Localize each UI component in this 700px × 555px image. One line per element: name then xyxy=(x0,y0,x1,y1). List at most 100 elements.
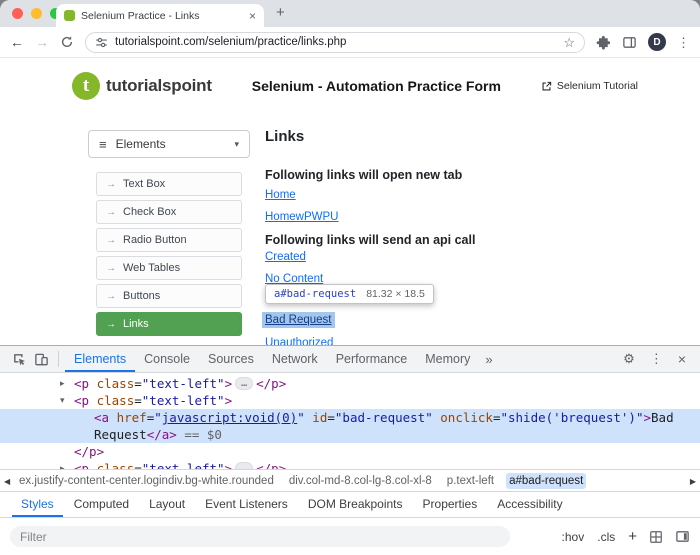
tab-title: Selenium Practice - Links xyxy=(81,10,243,22)
dom-tree-node[interactable]: <a href="javascript:void(0)" id="bad-req… xyxy=(0,409,700,443)
code-token: > xyxy=(225,393,233,408)
tab-accessibility[interactable]: Accessibility xyxy=(488,492,571,517)
tab-favicon-icon xyxy=(64,10,75,21)
code-token: " xyxy=(297,410,305,425)
side-panel-icon[interactable] xyxy=(622,35,637,50)
sidebar-item-links[interactable]: → Links xyxy=(96,312,242,336)
code-token: = xyxy=(134,376,142,391)
link-bad-request[interactable]: Bad Request xyxy=(262,312,335,328)
tab-computed[interactable]: Computed xyxy=(65,492,138,517)
tooltip-selector: a#bad-request xyxy=(274,288,356,300)
sidebar-item-radio-button[interactable]: → Radio Button xyxy=(96,228,242,252)
tab-performance[interactable]: Performance xyxy=(327,346,417,372)
profile-avatar[interactable]: D xyxy=(648,33,666,51)
link-homewpwpu[interactable]: HomewPWPU xyxy=(265,210,338,224)
code-token: </p> xyxy=(256,461,286,469)
breadcrumb-item[interactable]: ex.justify-content-center.logindiv.bg-wh… xyxy=(16,473,277,489)
sidebar-item-web-tables[interactable]: → Web Tables xyxy=(96,256,242,280)
tab-layout[interactable]: Layout xyxy=(140,492,194,517)
brand-name: tutorialspoint xyxy=(106,76,212,96)
dom-tree-node[interactable]: ▸<p class="text-left">…</p> xyxy=(0,460,700,469)
back-icon[interactable]: ← xyxy=(10,35,24,49)
new-style-rule-button[interactable]: + xyxy=(628,529,637,544)
hamburger-icon: ≡ xyxy=(99,137,107,152)
expand-arrow-icon[interactable]: ▸ xyxy=(60,460,65,469)
code-token: </p> xyxy=(74,444,104,459)
collapse-arrow-icon[interactable]: ▾ xyxy=(60,392,65,409)
sidebar-item-label: Text Box xyxy=(123,178,165,190)
inspect-element-icon[interactable] xyxy=(8,348,30,370)
filter-input[interactable] xyxy=(10,526,510,547)
minimize-window-button[interactable] xyxy=(31,8,42,19)
forward-icon[interactable]: → xyxy=(35,35,49,49)
code-token: href xyxy=(117,410,147,425)
breadcrumb: ◀ ex.justify-content-center.logindiv.bg-… xyxy=(0,469,700,491)
sidebar-item-text-box[interactable]: → Text Box xyxy=(96,172,242,196)
sidebar-item-buttons[interactable]: → Buttons xyxy=(96,284,242,308)
code-token: </p> xyxy=(256,376,286,391)
site-header: t tutorialspoint Selenium - Automation P… xyxy=(0,64,700,108)
tab-close-icon[interactable]: × xyxy=(249,10,256,22)
window-controls xyxy=(12,8,61,19)
breadcrumb-scroll-right-icon[interactable]: ▶ xyxy=(690,477,696,486)
sidebar-panel-icon[interactable] xyxy=(675,529,690,544)
device-toolbar-icon[interactable] xyxy=(30,348,52,370)
tab-event-listeners[interactable]: Event Listeners xyxy=(196,492,297,517)
link-home[interactable]: Home xyxy=(265,188,296,202)
code-token: = xyxy=(327,410,335,425)
grid-icon[interactable] xyxy=(649,530,663,544)
tab-console[interactable]: Console xyxy=(135,346,199,372)
tab-sources[interactable]: Sources xyxy=(199,346,263,372)
breadcrumb-scroll-left-icon[interactable]: ◀ xyxy=(4,477,10,486)
page-title: Selenium - Automation Practice Form xyxy=(212,78,541,94)
bookmark-star-icon[interactable]: ☆ xyxy=(563,36,575,49)
tab-strip: Selenium Practice - Links × + xyxy=(0,0,700,27)
arrow-right-icon: → xyxy=(106,207,116,218)
tune-icon[interactable] xyxy=(95,36,108,49)
breadcrumb-item[interactable]: p.text-left xyxy=(444,473,497,489)
hov-toggle[interactable]: :hov xyxy=(562,530,585,544)
code-token: = xyxy=(134,393,142,408)
new-tab-button[interactable]: + xyxy=(276,4,285,21)
arrow-right-icon: → xyxy=(106,179,116,190)
toolbar-divider xyxy=(58,351,59,367)
tab-elements[interactable]: Elements xyxy=(65,346,135,372)
sidebar-header-label: Elements xyxy=(116,137,166,151)
tab-styles[interactable]: Styles xyxy=(12,492,63,517)
tab-network[interactable]: Network xyxy=(263,346,327,372)
omnibox[interactable]: tutorialspoint.com/selenium/practice/lin… xyxy=(85,32,585,53)
browser-tab[interactable]: Selenium Practice - Links × xyxy=(56,4,264,27)
settings-gear-icon[interactable]: ⚙ xyxy=(623,351,635,367)
breadcrumb-item[interactable]: div.col-md-8.col-lg-8.col-xl-8 xyxy=(286,473,435,489)
breadcrumb-item[interactable]: a#bad-request xyxy=(506,473,586,489)
close-window-button[interactable] xyxy=(12,8,23,19)
sidebar-item-label: Web Tables xyxy=(123,262,180,274)
extensions-puzzle-icon[interactable] xyxy=(596,35,611,50)
dom-tree-node[interactable]: </p> xyxy=(0,443,700,460)
sidebar-item-check-box[interactable]: → Check Box xyxy=(96,200,242,224)
cls-toggle[interactable]: .cls xyxy=(597,530,615,544)
sidebar-header[interactable]: ≡ Elements ▾ xyxy=(88,130,250,158)
link-unauthorized[interactable]: Unauthorized xyxy=(265,336,333,345)
dom-tree-node[interactable]: ▾<p class="text-left"> xyxy=(0,392,700,409)
link-created[interactable]: Created xyxy=(265,250,306,264)
reload-icon[interactable] xyxy=(60,35,74,49)
tab-memory[interactable]: Memory xyxy=(416,346,479,372)
inline-expand-icon[interactable]: … xyxy=(235,377,253,390)
inline-expand-icon[interactable]: … xyxy=(235,462,253,469)
devtools-menu-icon[interactable]: ⋮ xyxy=(650,351,663,367)
more-tabs-icon[interactable]: » xyxy=(479,352,498,367)
arrow-right-icon: → xyxy=(106,291,116,302)
code-token xyxy=(89,393,97,408)
expand-arrow-icon[interactable]: ▸ xyxy=(60,375,65,392)
arrow-right-icon: → xyxy=(106,263,116,274)
dom-tree-node[interactable]: ▸<p class="text-left">…</p> xyxy=(0,375,700,392)
code-token: class xyxy=(97,393,135,408)
devtools-toolbar: ElementsConsoleSourcesNetworkPerformance… xyxy=(0,346,700,373)
tab-dom-breakpoints[interactable]: DOM Breakpoints xyxy=(299,492,412,517)
sidebar-item-label: Links xyxy=(123,318,149,330)
browser-menu-icon[interactable]: ⋮ xyxy=(677,36,690,49)
tab-properties[interactable]: Properties xyxy=(414,492,487,517)
devtools-close-icon[interactable]: × xyxy=(678,351,686,367)
selenium-tutorial-link[interactable]: Selenium Tutorial xyxy=(541,80,638,92)
